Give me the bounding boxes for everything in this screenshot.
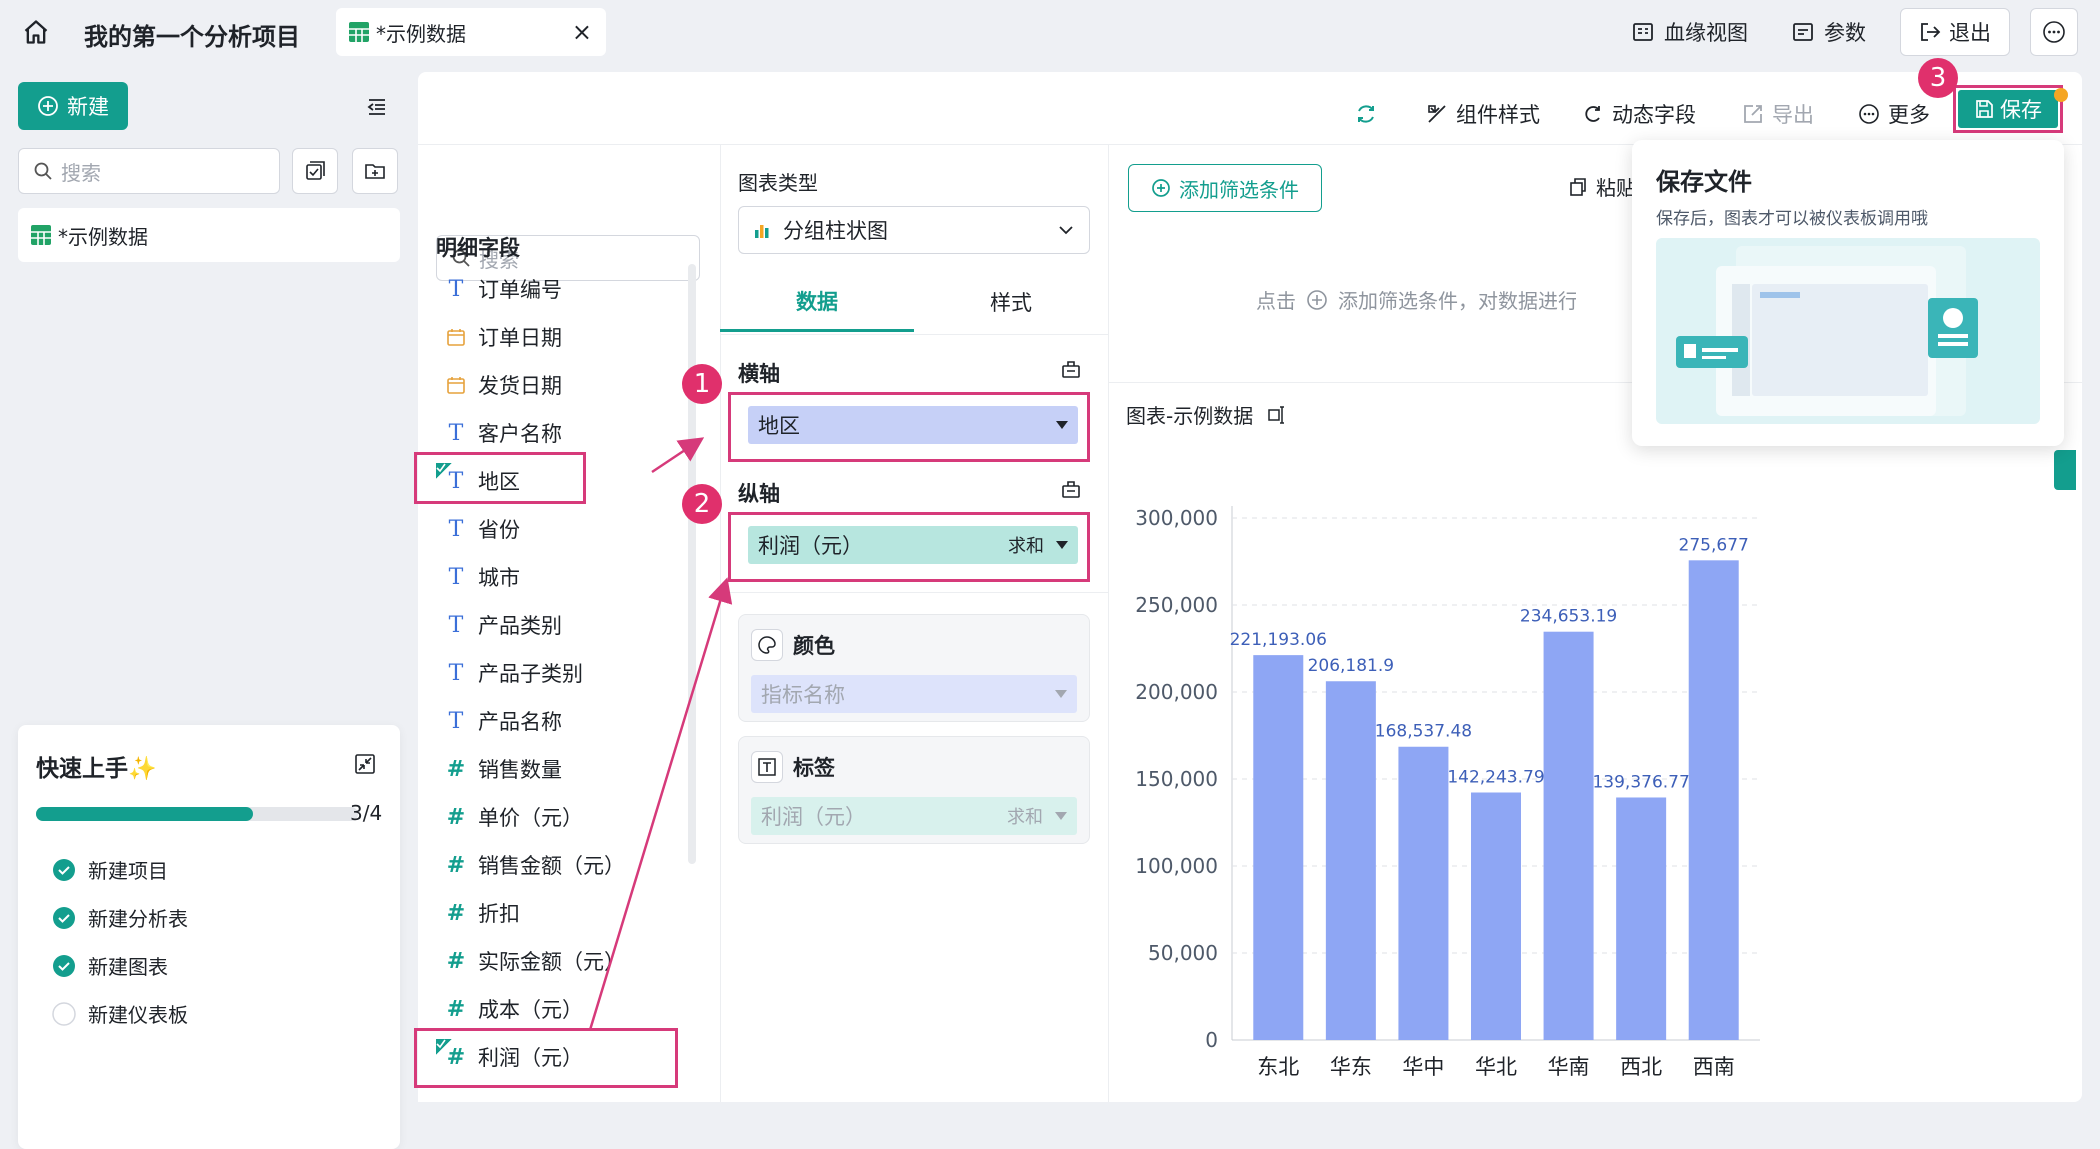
params-icon [1792, 21, 1814, 43]
x-tick-label: 西北 [1620, 1055, 1662, 1079]
editor-panel: 组件样式 动态字段 导出 更多 保存 3 搜索 明细字段 T 订单编号 订单日期 发货… [414, 58, 2082, 1102]
y-tick-label: 200,000 [1135, 680, 1218, 704]
ellipsis-icon [2042, 20, 2066, 44]
plus-circle-icon [1151, 178, 1171, 198]
save-tooltip-desc: 保存后，图表才可以被仪表板调用哦 [1656, 209, 1928, 229]
chart-title-row: 图表-示例数据 [1126, 400, 1287, 429]
exit-button[interactable]: 退出 [1900, 8, 2010, 56]
step-label: 新建分析表 [88, 907, 188, 931]
paste-button[interactable]: 粘贴 [1568, 172, 1636, 201]
data-label: 234,653.19 [1520, 607, 1617, 627]
data-label: 139,376.77 [1592, 772, 1689, 792]
y-tick-label: 100,000 [1135, 854, 1218, 878]
new-folder-button[interactable] [352, 148, 398, 194]
check-circle-icon [52, 954, 76, 978]
project-title: 我的第一个分析项目 [84, 23, 300, 51]
progress-track [36, 807, 358, 821]
y-tick-label: 300,000 [1135, 506, 1218, 530]
sidebar-search-input[interactable]: 搜索 [18, 148, 280, 194]
batch-select-button[interactable] [292, 148, 338, 194]
exit-icon [1919, 21, 1941, 43]
progress-text: 3/4 [350, 801, 383, 825]
bar [1253, 655, 1304, 1040]
lineage-view-button[interactable]: 血缘视图 [1632, 8, 1748, 56]
x-tick-label: 华东 [1330, 1055, 1372, 1079]
home-icon[interactable] [18, 14, 54, 50]
empty-circle-icon [52, 1001, 76, 1026]
x-tick-label: 西南 [1693, 1055, 1735, 1079]
check-circle-icon [52, 858, 76, 882]
bar [1616, 797, 1667, 1040]
chart-title: 图表-示例数据 [1126, 404, 1254, 428]
x-tick-label: 华中 [1402, 1055, 1444, 1079]
bar [1471, 792, 1521, 1040]
quickstart-card: 快速上手✨ 3/4 新建项目新建分析表新建图表新建仪表板 [18, 725, 400, 1149]
folder-plus-icon [364, 160, 386, 182]
x-tick-label: 东北 [1257, 1055, 1299, 1079]
params-button[interactable]: 参数 [1792, 8, 1866, 56]
step-label: 新建图表 [88, 955, 168, 979]
plus-circle-icon [1306, 289, 1328, 311]
y-tick-label: 150,000 [1135, 767, 1218, 791]
lineage-icon [1632, 21, 1654, 43]
top-bar: 我的第一个分析项目 *示例数据 × 血缘视图 参数 退出 [0, 0, 2100, 66]
y-tick-label: 0 [1205, 1028, 1218, 1052]
quickstart-step[interactable]: 新建仪表板 [52, 999, 188, 1028]
add-filter-button[interactable]: 添加筛选条件 [1128, 164, 1322, 212]
more-menu-button[interactable] [2030, 8, 2078, 56]
checkbox-multi-icon [304, 160, 326, 182]
step-label: 新建项目 [88, 859, 168, 883]
data-label: 221,193.06 [1230, 630, 1327, 650]
tree-item-sample-data[interactable]: *示例数据 [18, 208, 400, 262]
quickstart-title: 快速上手✨ [36, 756, 157, 782]
save-illustration [1656, 238, 2040, 424]
edge-button[interactable] [2054, 450, 2076, 490]
paste-icon [1568, 177, 1588, 197]
tab-label: *示例数据 [376, 21, 466, 46]
bar [1688, 560, 1739, 1040]
progress-fill [36, 807, 254, 821]
table-icon [348, 21, 370, 43]
collapse-sidebar-icon[interactable] [362, 92, 392, 122]
data-label: 142,243.79 [1447, 767, 1544, 787]
step-label: 新建仪表板 [88, 1003, 188, 1027]
rename-icon[interactable] [1267, 405, 1287, 425]
quickstart-step[interactable]: 新建图表 [52, 951, 168, 980]
save-tooltip: 保存文件 保存后，图表才可以被仪表板调用哦 [1632, 140, 2064, 446]
check-circle-icon [52, 906, 76, 930]
data-label: 206,181.9 [1308, 656, 1395, 676]
search-icon [33, 161, 53, 181]
data-label: 168,537.48 [1375, 722, 1472, 742]
y-tick-label: 250,000 [1135, 593, 1218, 617]
x-tick-label: 华南 [1548, 1055, 1590, 1079]
minimize-icon[interactable] [350, 749, 380, 779]
bar [1325, 681, 1376, 1040]
table-icon [30, 224, 52, 246]
tab-sample-data[interactable]: *示例数据 × [336, 8, 606, 56]
bar-chart: 0 50,000 100,000 150,000 200,000 250,000 300,0… [1135, 506, 1760, 1079]
new-button[interactable]: 新建 [18, 82, 128, 130]
quickstart-step[interactable]: 新建项目 [52, 855, 168, 884]
left-sidebar: 新建 搜索 *示例数据 快速上手✨ 3/4 新建项目新建分析表新建图表新建仪表板 [0, 66, 412, 1149]
quickstart-step[interactable]: 新建分析表 [52, 903, 188, 932]
bar [1543, 631, 1594, 1040]
data-label: 275,677 [1679, 535, 1749, 555]
save-tooltip-title: 保存文件 [1656, 168, 1752, 196]
plus-circle-icon [37, 95, 59, 117]
y-tick-label: 50,000 [1148, 941, 1218, 965]
x-tick-label: 华北 [1475, 1055, 1517, 1079]
bar [1398, 746, 1449, 1040]
close-tab-icon[interactable]: × [572, 18, 592, 46]
filter-hint: 点击 添加筛选条件，对数据进行筛选 [1256, 289, 1576, 313]
